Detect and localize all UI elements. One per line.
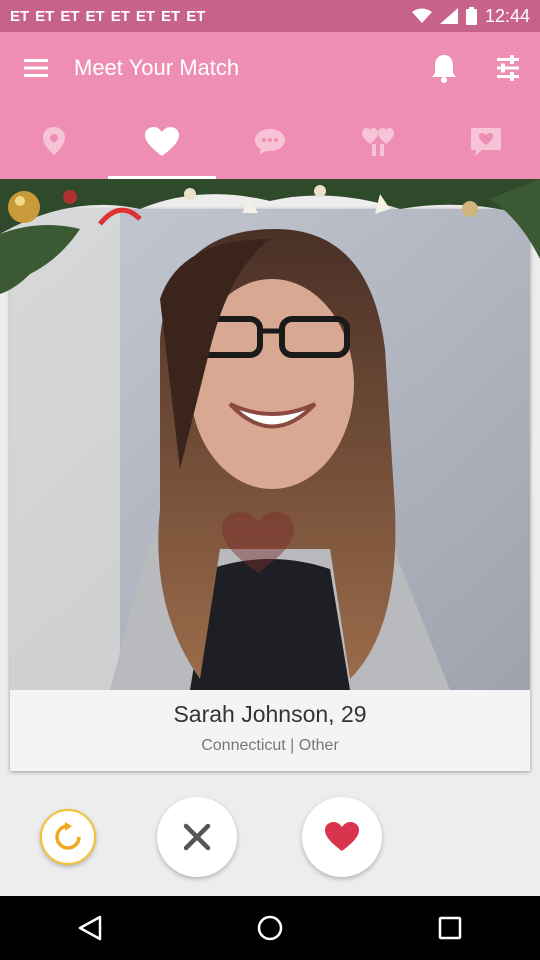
notification-icons: ET ET ET ET ET ET ET ET bbox=[10, 8, 205, 25]
wifi-icon bbox=[411, 8, 432, 23]
notification-glyph: ET bbox=[186, 7, 206, 25]
close-icon bbox=[183, 823, 211, 851]
notification-glyph: ET bbox=[135, 7, 156, 25]
chat-bubble-icon bbox=[255, 128, 285, 155]
notification-glyph: ET bbox=[161, 7, 181, 25]
nope-button[interactable] bbox=[157, 797, 237, 877]
notification-glyph: ET bbox=[110, 7, 130, 25]
profile-name: Sarah Johnson, 29 bbox=[173, 701, 367, 727]
heart-icon bbox=[145, 126, 179, 156]
hamburger-menu-icon bbox=[24, 59, 48, 77]
recents-square-icon bbox=[438, 916, 462, 940]
filter-button[interactable] bbox=[476, 32, 540, 104]
tab-messages[interactable] bbox=[432, 104, 540, 179]
back-button[interactable] bbox=[30, 896, 150, 960]
refresh-button[interactable] bbox=[40, 809, 96, 865]
page-title: Meet Your Match bbox=[74, 55, 240, 80]
tab-match[interactable] bbox=[108, 104, 216, 179]
action-controls bbox=[0, 783, 540, 896]
recents-button[interactable] bbox=[390, 896, 510, 960]
notification-glyph: ET bbox=[35, 7, 55, 25]
home-button[interactable] bbox=[210, 896, 330, 960]
heart-icon bbox=[325, 822, 359, 851]
battery-icon bbox=[465, 7, 477, 25]
notification-glyph: ET bbox=[10, 7, 30, 25]
system-navigation-bar bbox=[0, 896, 540, 960]
clock: 12:44 bbox=[484, 5, 530, 26]
two-hearts-icon bbox=[362, 127, 394, 156]
heart-message-icon bbox=[471, 127, 501, 156]
tab-matches[interactable] bbox=[324, 104, 432, 179]
refresh-icon bbox=[55, 822, 81, 850]
sliders-icon bbox=[497, 55, 519, 81]
notification-glyph: ET bbox=[60, 7, 80, 25]
signal-icon bbox=[439, 8, 458, 24]
notification-glyph: ET bbox=[85, 7, 105, 25]
location-pin-icon bbox=[43, 126, 65, 155]
like-button[interactable] bbox=[302, 797, 382, 877]
tab-chat[interactable] bbox=[216, 104, 324, 179]
tab-nearby[interactable] bbox=[0, 104, 108, 179]
profile-area: Sarah Johnson, 29 Connecticut | Other bbox=[0, 179, 540, 783]
app-bar: Meet Your Match bbox=[0, 32, 540, 104]
notifications-button[interactable] bbox=[412, 32, 476, 104]
profile-details: Connecticut | Other bbox=[201, 737, 339, 754]
back-triangle-icon bbox=[78, 915, 102, 941]
tab-bar bbox=[0, 104, 540, 179]
status-bar: ET ET ET ET ET ET ET ET 12:44 bbox=[0, 0, 540, 32]
bell-icon bbox=[432, 55, 456, 83]
menu-button[interactable] bbox=[0, 32, 72, 104]
home-circle-icon bbox=[257, 915, 283, 941]
holiday-garland bbox=[0, 179, 540, 294]
